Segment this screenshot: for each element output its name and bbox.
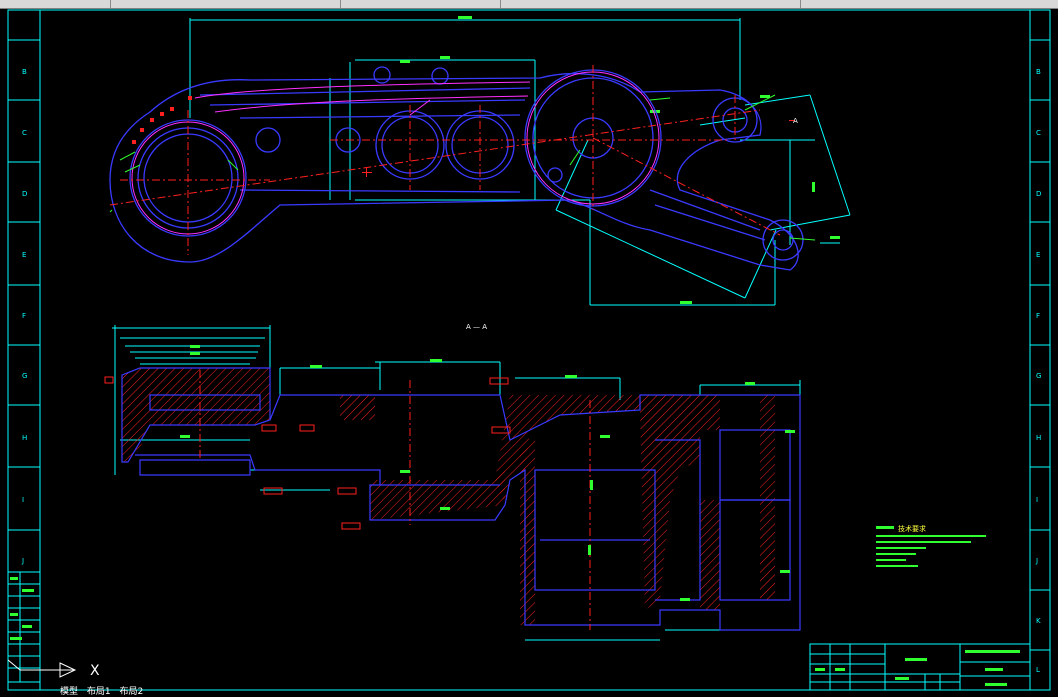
row-label: J bbox=[1035, 557, 1038, 565]
row-label: I bbox=[22, 496, 24, 504]
tab-layout2[interactable]: 布局2 bbox=[120, 687, 144, 697]
row-label: J bbox=[21, 557, 24, 565]
tech-req-title: 技术要求 bbox=[898, 524, 926, 533]
row-label: F bbox=[1036, 312, 1040, 320]
technical-requirements: 技术要求 bbox=[876, 524, 986, 567]
row-label: H bbox=[22, 434, 27, 442]
row-label: K bbox=[1036, 617, 1041, 625]
row-label: F bbox=[22, 312, 26, 320]
ucs-x-label: X bbox=[90, 663, 100, 679]
section-marker: A bbox=[793, 117, 798, 125]
layout-tabs: 模型 布局1 布局2 bbox=[0, 688, 300, 697]
row-label: I bbox=[1036, 496, 1038, 504]
row-label: E bbox=[1036, 251, 1040, 259]
section-label: A — A bbox=[466, 323, 487, 331]
title-block-text bbox=[815, 650, 1020, 686]
row-label: D bbox=[22, 190, 27, 198]
row-label: B bbox=[22, 68, 27, 76]
toolbar-segment[interactable] bbox=[500, 0, 801, 8]
row-label: G bbox=[22, 372, 27, 380]
toolbar-segment[interactable] bbox=[800, 0, 1058, 8]
row-label: D bbox=[1036, 190, 1041, 198]
dim-text-marks bbox=[400, 16, 840, 304]
cad-drawing: B C D E F G H I J B C D E F G H I J K L bbox=[7, 9, 1051, 691]
centerlines bbox=[109, 65, 781, 255]
centerline-marks bbox=[362, 120, 795, 177]
drawing-canvas[interactable]: B C D E F G H I J B C D E F G H I J K L bbox=[0, 8, 1058, 697]
row-labels-right: B C D E F G H I J K L bbox=[1030, 39, 1050, 674]
section-hatching bbox=[122, 368, 775, 625]
row-label: C bbox=[1036, 129, 1041, 137]
toolbar-segment[interactable] bbox=[340, 0, 501, 8]
row-label: B bbox=[1036, 68, 1041, 76]
row-labels-left: B C D E F G H I J bbox=[8, 39, 40, 565]
row-label: G bbox=[1036, 372, 1041, 380]
row-label: C bbox=[22, 129, 27, 137]
row-label: E bbox=[22, 251, 26, 259]
toolbar-segment[interactable] bbox=[110, 0, 341, 8]
tab-model[interactable]: 模型 bbox=[60, 687, 78, 697]
tab-layout1[interactable]: 布局1 bbox=[87, 687, 111, 697]
toolbar-segment[interactable] bbox=[0, 0, 111, 8]
row-label: L bbox=[1036, 666, 1040, 674]
ucs-icon bbox=[7, 659, 77, 678]
row-label: H bbox=[1036, 434, 1041, 442]
